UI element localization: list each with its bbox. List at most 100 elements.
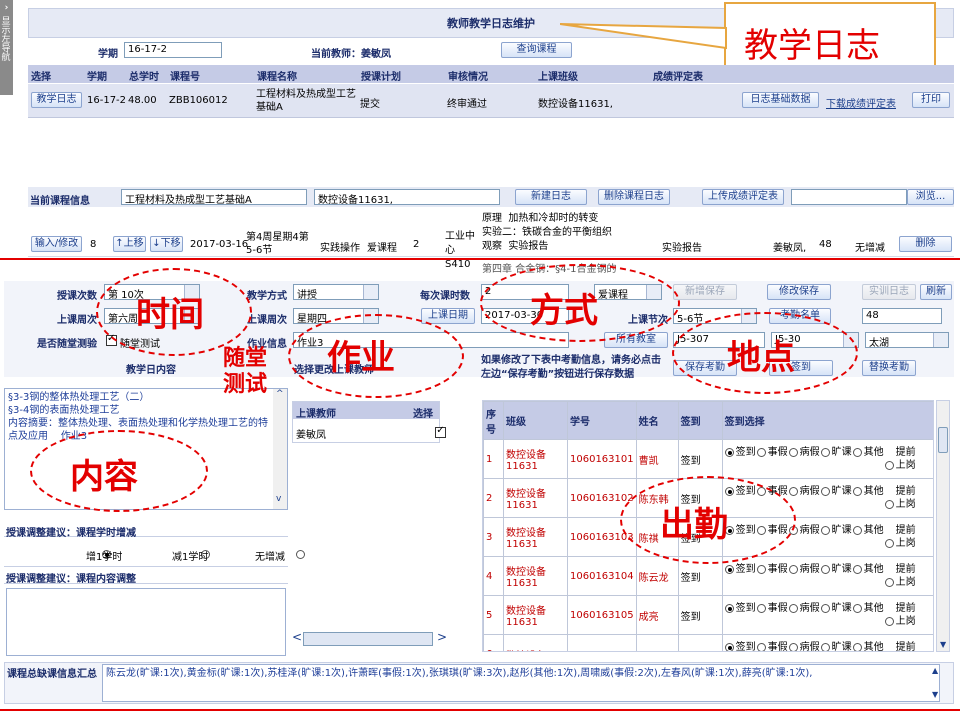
attendance-option-radio[interactable]	[820, 486, 830, 496]
sidebar-toggle[interactable]: › 显示左导航	[0, 0, 13, 95]
term-input[interactable]: 16-17-2	[124, 42, 222, 58]
adjust-content-textarea[interactable]	[6, 588, 286, 656]
practice-log-button[interactable]: 实训日志	[862, 284, 916, 300]
attendance-option-label: 病假	[799, 447, 820, 458]
att-name: 曹凯	[638, 455, 659, 467]
content-scrollbar[interactable]	[273, 389, 287, 509]
attendance-option-radio[interactable]	[788, 642, 798, 651]
edit-save-button[interactable]: 修改保存	[767, 284, 831, 300]
summary-text[interactable]: 陈云龙(旷课:1次),黄金标(旷课:1次),苏桂泽(旷课:1次),许萧晖(事假:…	[102, 664, 940, 702]
log-content: 原理 加热和冷却时的转变 实验二：铁碳合金的平衡组织观察 实验报告	[482, 213, 612, 252]
no-change-radio[interactable]	[295, 550, 305, 559]
log-hours: 2	[413, 239, 420, 250]
attendance-option-radio[interactable]	[852, 525, 862, 535]
in-class-test-label: 是否随堂测验	[37, 339, 97, 350]
new-log-button[interactable]: 新建日志	[515, 189, 587, 205]
attendance-option-radio[interactable]	[884, 499, 894, 509]
att-col-status: 签到	[680, 417, 701, 428]
log-room: 工业中心S410	[445, 231, 475, 270]
course-hours: 48.00	[128, 95, 157, 106]
browse-button[interactable]: 浏览...	[907, 189, 954, 205]
att-id: 1060163105	[570, 609, 634, 621]
attendance-option-radio[interactable]	[884, 616, 894, 626]
attendance-option-radio[interactable]	[756, 603, 766, 613]
scroll-left-icon[interactable]: <	[292, 630, 302, 644]
att-status: 签到	[680, 572, 701, 584]
attendance-option-radio[interactable]	[852, 603, 862, 613]
attendance-option-radio[interactable]	[788, 447, 798, 457]
attendance-option-radio[interactable]	[724, 603, 734, 613]
chevron-up-icon[interactable]: ^	[276, 389, 284, 399]
attendance-option-label: 旷课	[831, 603, 852, 614]
refresh-button[interactable]: 刷新	[920, 284, 952, 300]
summary-scroll-up-icon[interactable]: ▲	[932, 666, 938, 675]
attendance-option-radio[interactable]	[756, 447, 766, 457]
attendance-note: 如果修改了下表中考勤信息，请务必点击左边“保存考勤”按钮进行保存数据	[481, 355, 661, 380]
att-no: 1	[486, 453, 493, 465]
attendance-option-label: 病假	[799, 486, 820, 497]
summary-scroll-down-icon[interactable]: ▼	[932, 690, 938, 699]
attendance-option-radio[interactable]	[724, 642, 734, 651]
log-basic-data-button[interactable]: 日志基础数据	[742, 92, 819, 108]
att-no: 6	[486, 649, 492, 652]
log-test: 爱课程	[367, 243, 397, 254]
new-save-button[interactable]: 新增保存	[673, 284, 737, 300]
annotation-time: 时间	[136, 295, 204, 335]
edit-log-button[interactable]: 输入/修改	[31, 236, 82, 252]
attendance-option-radio[interactable]	[852, 564, 862, 574]
att-col-no: 序号	[486, 409, 496, 436]
attendance-option-radio[interactable]	[884, 460, 894, 470]
method-select[interactable]: 讲授	[293, 284, 379, 300]
delete-log-button[interactable]: 删除课程日志	[598, 189, 670, 205]
attendance-option-radio[interactable]	[820, 603, 830, 613]
attendance-option-radio[interactable]	[788, 486, 798, 496]
delete-row-button[interactable]: 删除	[899, 236, 952, 252]
attendance-option-radio[interactable]	[756, 642, 766, 651]
attendance-option-label: 旷课	[831, 525, 852, 536]
upload-grade-button[interactable]: 上传成绩评定表	[702, 189, 784, 205]
teaching-log-button[interactable]: 教学日志	[31, 92, 82, 108]
current-class-input[interactable]: 数控设备11631,	[314, 189, 500, 205]
att-options: 签到 事假 病假 旷课 其他 提前上岗	[721, 634, 933, 652]
attendance-option-radio[interactable]	[756, 564, 766, 574]
content-label: 教学日内容	[126, 365, 176, 376]
attendance-option-radio[interactable]	[820, 642, 830, 651]
move-down-button[interactable]: ↓下移	[150, 236, 183, 252]
attendance-option-radio[interactable]	[788, 603, 798, 613]
campus-select[interactable]: 太湖	[865, 332, 949, 348]
week-label: 上课周次	[57, 315, 97, 326]
log-teacher: 姜敏凤,	[773, 243, 807, 254]
attendance-scroll-thumb[interactable]	[938, 427, 948, 453]
teacher-select-checkbox[interactable]	[435, 425, 447, 438]
attendance-option-label: 事假	[767, 642, 788, 652]
current-teacher: 当前教师：姜敏凤	[311, 49, 391, 60]
attendance-option-radio[interactable]	[852, 486, 862, 496]
attendance-option-radio[interactable]	[852, 642, 862, 651]
query-course-button[interactable]: 查询课程	[501, 42, 572, 58]
attendance-scroll-down-icon[interactable]: ▼	[940, 640, 946, 649]
roll-count-input[interactable]: 48	[862, 308, 942, 324]
current-course-input[interactable]: 工程材料及热成型工艺基础A	[121, 189, 307, 205]
attendance-option-radio[interactable]	[788, 564, 798, 574]
att-class: 数控设备11631	[506, 450, 546, 472]
attendance-header: 序号 班级 学号 姓名 签到 签到选择	[483, 401, 933, 440]
col-name: 课程名称	[257, 72, 297, 83]
attendance-option-radio[interactable]	[820, 564, 830, 574]
attendance-option-radio[interactable]	[820, 525, 830, 535]
attendance-option-radio[interactable]	[724, 447, 734, 457]
attendance-option-radio[interactable]	[884, 577, 894, 587]
attendance-option-radio[interactable]	[724, 564, 734, 574]
print-button[interactable]: 打印	[912, 92, 950, 108]
attendance-option-radio[interactable]	[884, 538, 894, 548]
move-up-button[interactable]: ↑上移	[113, 236, 146, 252]
chevron-down-icon[interactable]: v	[276, 494, 281, 504]
scroll-right-icon[interactable]: >	[437, 630, 447, 644]
download-grade-link[interactable]: 下载成绩评定表	[826, 95, 896, 110]
swap-attendance-button[interactable]: 替换考勤	[862, 360, 916, 376]
weekday-label: 上课周次	[247, 315, 287, 326]
attendance-row: 6 数控设备 签到 事假 病假 旷课 其他 提前上岗	[483, 634, 933, 652]
file-path-input[interactable]	[791, 189, 907, 205]
attendance-option-radio[interactable]	[852, 447, 862, 457]
teacher-scrollbar[interactable]	[303, 632, 433, 646]
attendance-option-radio[interactable]	[820, 447, 830, 457]
